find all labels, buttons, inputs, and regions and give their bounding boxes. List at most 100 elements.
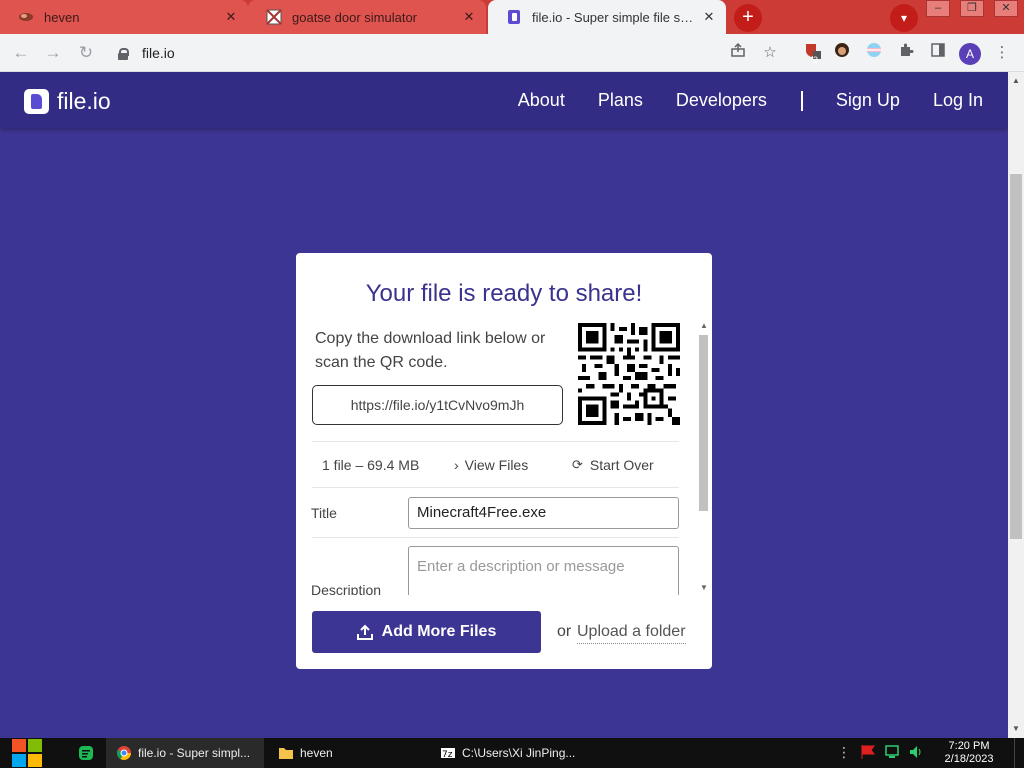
taskbar-app-label: file.io - Super simpl... [138, 746, 251, 760]
qr-code [578, 323, 680, 425]
refresh-icon: ⟳ [572, 457, 583, 472]
clock-time: 7:20 PM [948, 740, 990, 752]
lock-icon[interactable] [118, 47, 129, 60]
card-title: Your file is ready to share! [365, 280, 643, 307]
show-desktop-button[interactable] [1014, 738, 1024, 768]
new-tab-button[interactable]: + [734, 4, 762, 32]
action-center-flag-icon[interactable] [860, 744, 876, 760]
share-icon[interactable] [727, 42, 749, 64]
page-scrollbar[interactable]: ▲ ▼ [1008, 72, 1024, 738]
taskbar-app-label: heven [300, 746, 333, 760]
share-card: Your file is ready to share! Copy the do… [296, 253, 712, 669]
tab-title: file.io - Super simple file sharing [532, 9, 698, 25]
door-simulator-favicon-icon [266, 9, 282, 25]
or-text: or [557, 623, 572, 640]
chevron-right-icon: › [454, 457, 459, 473]
extensions-puzzle-icon[interactable] [895, 42, 917, 64]
tab-search-chevron-down-icon[interactable]: ▾ [890, 4, 918, 32]
view-files-link[interactable]: › View Files [454, 457, 528, 473]
address-bar[interactable]: file.io [108, 38, 720, 68]
scroll-up-arrow-icon[interactable]: ▲ [1012, 76, 1020, 85]
title-input[interactable]: Minecraft4Free.exe [408, 497, 679, 529]
card-scrollbar-thumb[interactable] [699, 335, 708, 511]
divider [312, 441, 679, 442]
folder-icon [279, 748, 293, 759]
tab-close-icon[interactable]: ✕ [220, 9, 242, 25]
pinned-app-icon [79, 746, 93, 760]
reload-icon[interactable]: ↻ [75, 42, 97, 64]
taskbar-chrome-window[interactable]: file.io - Super simpl... [106, 738, 264, 768]
start-over-label: Start Over [589, 457, 654, 473]
system-tray: ⋮ [836, 744, 932, 760]
browser-toolbar: ← → ↻ file.io ☆ 2 A ⋮ [0, 34, 1024, 72]
heven-favicon-icon [18, 9, 34, 25]
windows-logo [12, 739, 42, 767]
description-input[interactable]: Enter a description or message [408, 546, 679, 595]
forward-arrow-icon[interactable]: → [42, 42, 64, 64]
file-io-logo[interactable]: file.io [24, 88, 111, 115]
share-link-field[interactable]: https://file.io/y1tCvNvo9mJh [312, 385, 563, 425]
tab-strip: heven ✕ goatse door simulator ✕ file.io … [0, 0, 1024, 34]
back-arrow-icon[interactable]: ← [10, 42, 32, 64]
system-clock[interactable]: 7:20 PM 2/18/2023 [938, 740, 1000, 766]
upload-folder-link[interactable]: Upload a folder [577, 623, 686, 644]
taskbar-app-label: C:\Users\Xi JinPing... [462, 746, 576, 760]
tab-title: goatse door simulator [292, 9, 418, 25]
start-button[interactable] [10, 738, 44, 768]
tab-goatse-door-simulator[interactable]: goatse door simulator ✕ [248, 0, 486, 34]
network-icon[interactable] [884, 744, 900, 760]
nav-divider [800, 90, 803, 111]
file-io-favicon-icon [506, 9, 522, 25]
logo-text: file.io [57, 88, 111, 114]
divider [312, 487, 679, 488]
site-header: file.io About Plans Developers Sign Up L… [0, 72, 1008, 128]
nav-plans[interactable]: Plans [598, 90, 643, 111]
nav-developers[interactable]: Developers [676, 90, 767, 111]
scroll-down-arrow-icon[interactable]: ▼ [700, 583, 708, 592]
logo-icon [24, 89, 49, 114]
card-scroll-area[interactable]: Copy the download link below or scan the… [296, 319, 712, 595]
url-text: file.io [142, 45, 175, 61]
tab-heven[interactable]: heven ✕ [0, 0, 248, 34]
7zip-icon: 7z [441, 748, 455, 760]
tab-close-icon[interactable]: ✕ [458, 9, 480, 25]
volume-icon[interactable] [908, 744, 924, 760]
page-content: file.io About Plans Developers Sign Up L… [0, 72, 1008, 738]
clock-date: 2/18/2023 [944, 753, 994, 765]
star-icon[interactable]: ☆ [759, 42, 781, 64]
add-more-files-button[interactable]: Add More Files [312, 611, 541, 653]
taskbar-explorer-window[interactable]: heven [268, 738, 426, 768]
description-label: Description [311, 582, 382, 595]
card-scrollbar[interactable]: ▲ ▼ [697, 319, 710, 595]
extension-avatar-icon[interactable] [831, 42, 853, 64]
taskbar-pinned-app[interactable] [68, 738, 102, 768]
tab-file-io[interactable]: file.io - Super simple file sharing ✕ [488, 0, 726, 34]
page-scrollbar-thumb[interactable] [1010, 174, 1022, 539]
svg-text:7z: 7z [442, 750, 453, 760]
window-controls: – ❐ ✕ [926, 0, 1024, 18]
view-files-label: View Files [464, 457, 529, 473]
menu-kebab-icon[interactable]: ⋮ [991, 42, 1013, 64]
tab-close-icon[interactable]: ✕ [698, 9, 720, 25]
windows-taskbar: file.io - Super simpl... heven 7z C:\Use… [0, 738, 1024, 768]
side-panel-icon[interactable] [927, 42, 949, 64]
nav-sign-up[interactable]: Sign Up [836, 90, 900, 111]
add-more-files-label: Add More Files [381, 623, 497, 640]
extension-badge: 2 [813, 55, 819, 65]
minimize-icon[interactable]: – [926, 0, 950, 17]
scroll-down-arrow-icon[interactable]: ▼ [1012, 724, 1020, 733]
ublock-extension-icon[interactable]: 2 [801, 42, 823, 65]
share-instructions: Copy the download link below or scan the… [315, 330, 546, 371]
nav-log-in[interactable]: Log In [933, 90, 983, 111]
nav-about[interactable]: About [518, 90, 565, 111]
upload-icon [356, 624, 373, 640]
tray-overflow-icon[interactable]: ⋮ [836, 744, 852, 760]
extension-flag-icon[interactable] [863, 42, 885, 64]
restore-icon[interactable]: ❐ [960, 0, 984, 17]
scroll-up-arrow-icon[interactable]: ▲ [700, 321, 708, 330]
start-over-link[interactable]: ⟳ Start Over [572, 457, 654, 473]
taskbar-7zip-window[interactable]: 7z C:\Users\Xi JinPing... [430, 738, 588, 768]
profile-avatar[interactable]: A [959, 43, 981, 65]
close-window-icon[interactable]: ✕ [994, 0, 1018, 17]
tab-title: heven [44, 9, 80, 25]
